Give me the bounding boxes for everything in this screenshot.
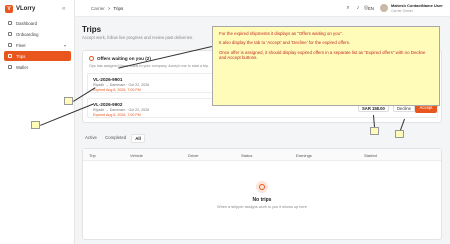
offer-id: VL-2026-9902: [93, 102, 123, 107]
column-header[interactable]: Started: [364, 153, 377, 158]
truck-icon: [8, 43, 12, 47]
avatar[interactable]: [380, 4, 388, 12]
breadcrumb: Carrier > Trips: [91, 6, 123, 11]
offer-route: Riyadh → Dammam · Oct 22, 2026: [93, 83, 150, 87]
annotation-marker: [370, 127, 379, 135]
offer-id: VL-2026-9901: [93, 77, 123, 82]
annotation-marker: [395, 130, 404, 138]
sidebar-item-trips[interactable]: Trips: [4, 51, 71, 61]
annotation-marker: [64, 97, 73, 105]
tab-active[interactable]: Active: [82, 134, 100, 143]
breadcrumb-separator: >: [107, 6, 111, 11]
app-logo[interactable]: V VLorry: [5, 5, 35, 13]
empty-title: No trips: [252, 197, 272, 203]
empty-subtitle: When a shipper assigns work to you it sh…: [217, 205, 307, 209]
user-role: Carrier Owner: [391, 8, 413, 13]
offers-heading: Offers waiting on you (2): [89, 56, 151, 61]
offers-heading-text: Offers waiting on you (2): [97, 56, 151, 61]
breadcrumb-current: Trips: [113, 6, 124, 11]
page-subtitle: Accept work, follow live progress and re…: [82, 35, 194, 40]
offer-expiry: Expired Aug 8, 2026, 7:00 PM: [93, 112, 141, 117]
annotation-note: For the expired shipments it displays as…: [212, 26, 440, 106]
tab-all[interactable]: All: [131, 134, 145, 143]
bell-icon[interactable]: ♪: [355, 5, 361, 11]
user-name: Mahesh ContactName User: [391, 3, 443, 8]
column-header[interactable]: Earnings: [296, 153, 312, 158]
app-name: VLorry: [16, 6, 36, 12]
annotation-line: For the expired shipments it displays as…: [219, 31, 343, 36]
offer-expiry: Expired Aug 8, 2026, 7:00 PM: [93, 87, 141, 92]
annotation-marker: [31, 121, 40, 129]
column-header[interactable]: Driver: [188, 153, 199, 158]
user-menu[interactable]: Mahesh ContactName User Carrier Owner: [391, 3, 443, 13]
onboarding-icon: [8, 32, 12, 36]
column-header[interactable]: Trip: [89, 153, 96, 158]
annotation-line: Once offer is assigned, it should displa…: [219, 49, 426, 61]
search-icon[interactable]: ⌕: [345, 5, 351, 11]
sidebar-item-fleet[interactable]: Fleet ▾: [4, 40, 71, 50]
dashboard-icon: [8, 21, 12, 25]
sidebar-item-onboarding[interactable]: Onboarding: [4, 29, 71, 39]
logo-icon: V: [5, 5, 13, 13]
table-header: Trip Vehicle Driver Status Earnings Star…: [83, 149, 441, 161]
trips-table: Trip Vehicle Driver Status Earnings Star…: [82, 148, 442, 240]
sidebar-item-label: Onboarding: [16, 31, 39, 37]
sidebar-item-label: Trips: [16, 53, 26, 59]
column-header[interactable]: Status: [241, 153, 252, 158]
sidebar-item-dashboard[interactable]: Dashboard: [4, 18, 71, 28]
sidebar-nav: Dashboard Onboarding Fleet ▾ Trips Walle…: [4, 18, 71, 73]
language-selector[interactable]: EN: [368, 6, 374, 11]
page-title: Trips: [82, 25, 102, 34]
sidebar-item-label: Fleet: [16, 42, 26, 48]
sidebar-collapse-icon[interactable]: «: [62, 6, 65, 12]
empty-clock-icon: [256, 181, 268, 193]
trips-icon: [8, 54, 12, 58]
chevron-down-icon: ▾: [63, 42, 66, 48]
annotation-line: It also display the tab to 'Accept' and …: [219, 40, 351, 46]
empty-state: No trips When a shipper assigns work to …: [83, 169, 441, 209]
sidebar-item-label: Dashboard: [16, 20, 38, 26]
offer-route: Riyadh → Dammam · Oct 22, 2026: [93, 108, 150, 112]
clock-icon: [89, 56, 94, 61]
column-header[interactable]: Vehicle: [130, 153, 143, 158]
topbar: Carrier > Trips ⌕ ♪ ◎ EN Mahesh ContactN…: [75, 0, 450, 17]
trip-tabs: Active Completed All: [82, 134, 145, 143]
offers-subtitle: Ops has assigned these loads to your com…: [89, 64, 210, 68]
breadcrumb-parent[interactable]: Carrier: [91, 6, 105, 11]
wallet-icon: [8, 65, 12, 69]
sidebar-item-label: Wallet: [16, 64, 28, 70]
sidebar-item-wallet[interactable]: Wallet: [4, 62, 71, 72]
tab-completed[interactable]: Completed: [102, 134, 129, 143]
